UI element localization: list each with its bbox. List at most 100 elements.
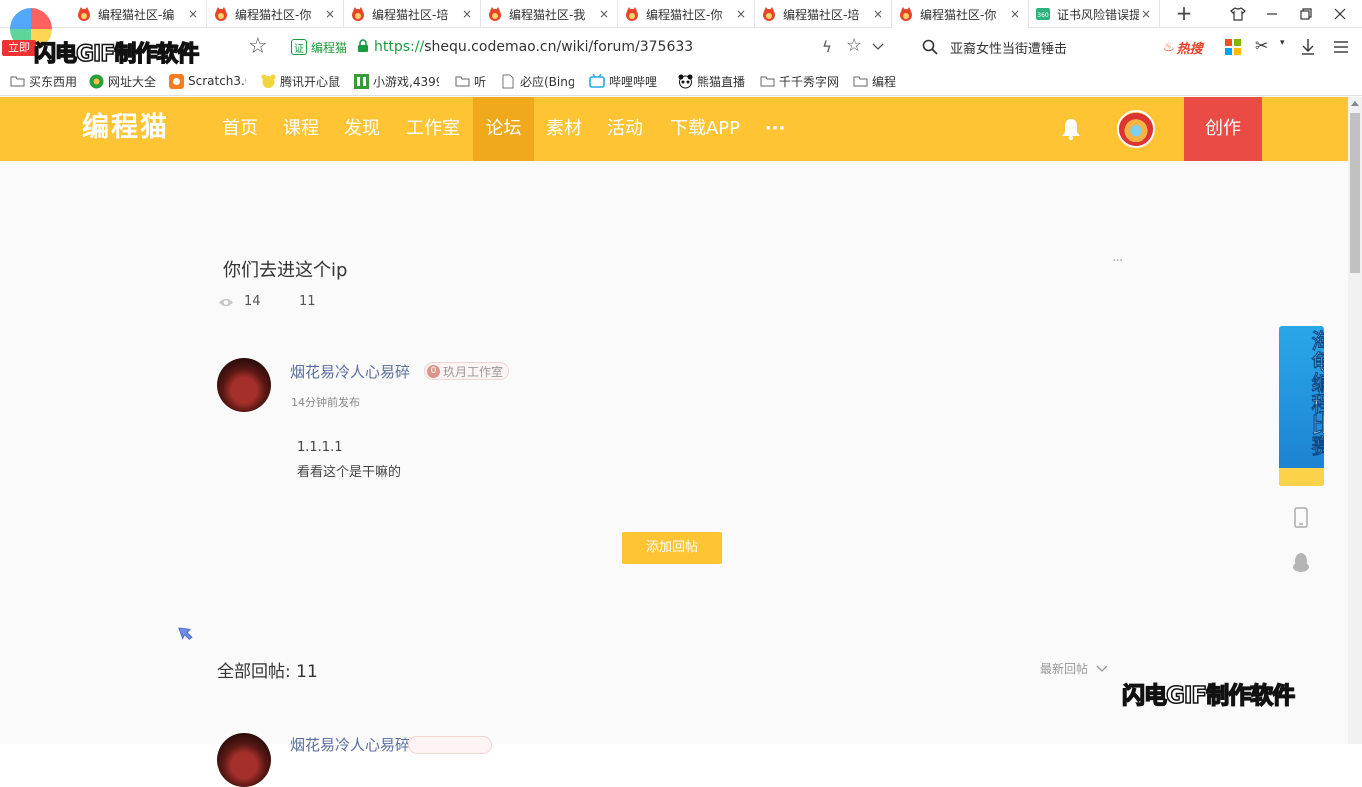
hot-search-label: 热搜 [1176, 42, 1203, 57]
bookmark-label: 千千秀字网 [779, 74, 839, 89]
scratch-icon [168, 73, 184, 89]
tab-0[interactable]: 编程猫社区-编 × [70, 0, 207, 28]
bookmarks-bar: 买东西用 网址大全 Scratch3.0 腾讯开心鼠 小游戏,4399 听 必应… [0, 66, 1362, 96]
folder-icon [9, 73, 25, 89]
nav-discover[interactable]: 发现 [332, 97, 392, 161]
studio-badge[interactable]: 0 玖月工作室 [424, 362, 510, 380]
bookmark-folder[interactable]: 千千秀字网 [759, 72, 839, 90]
folder-icon [454, 73, 470, 89]
bell-icon[interactable] [1059, 117, 1083, 144]
tab-close-icon[interactable]: × [460, 7, 474, 21]
minimize-button[interactable] [1256, 0, 1288, 28]
verified-site-badge[interactable]: 证 编程猫 [291, 38, 347, 56]
bookmark-item[interactable]: 腾讯开心鼠 [260, 72, 340, 90]
tab-2[interactable]: 编程猫社区-培 × [344, 0, 481, 28]
scissors-dropdown-icon[interactable]: ▾ [1280, 38, 1285, 48]
new-tab-button[interactable]: + [1172, 2, 1196, 26]
download-icon[interactable] [1300, 38, 1316, 59]
apps-grid-icon[interactable] [1225, 39, 1241, 55]
create-button[interactable]: 创作 [1184, 97, 1262, 161]
browser-logo-badge: 立即 [2, 40, 36, 56]
tab-3[interactable]: 编程猫社区-我 × [481, 0, 618, 28]
reply-author-name[interactable]: 烟花易冷人心易碎 [290, 734, 410, 755]
post-more-icon[interactable]: ··· [1112, 253, 1123, 269]
nav-studio[interactable]: 工作室 [393, 97, 473, 161]
nav-more[interactable]: ··· [756, 97, 794, 161]
mobile-phone-icon[interactable] [1293, 507, 1309, 532]
author-name-link[interactable]: 烟花易冷人心易碎 [290, 361, 410, 382]
tab-close-icon[interactable]: × [871, 7, 885, 21]
lightning-icon[interactable]: ϟ [822, 38, 832, 56]
tab-7[interactable]: 360 证书风险错误提 × [1029, 0, 1160, 28]
sort-dropdown[interactable]: 最新回帖 [1040, 660, 1108, 677]
scroll-up-arrow-icon[interactable] [1351, 101, 1359, 106]
bookmark-folder[interactable]: 编程 [852, 72, 902, 90]
tab-4[interactable]: 编程猫社区-你 × [618, 0, 755, 28]
codemao-favicon-icon [761, 6, 777, 22]
tab-1[interactable]: 编程猫社区-你 × [207, 0, 344, 28]
tab-5[interactable]: 编程猫社区-培 × [755, 0, 892, 28]
bookmark-item[interactable]: 小游戏,4399 [353, 72, 439, 90]
bookmark-folder[interactable]: 听 [454, 72, 494, 90]
panda-icon [677, 73, 693, 89]
tab-6[interactable]: 编程猫社区-你 × [892, 0, 1029, 28]
shirt-skin-icon[interactable] [1222, 0, 1254, 28]
verified-label: 编程猫 [311, 40, 348, 55]
chevron-down-icon[interactable] [872, 40, 884, 54]
menu-icon[interactable] [1333, 40, 1349, 57]
bilibili-icon [589, 73, 605, 89]
tab-title: 编程猫社区-你 [235, 7, 312, 22]
close-window-button[interactable] [1324, 0, 1356, 28]
tab-close-icon[interactable]: × [186, 7, 200, 21]
search-input[interactable]: 亚裔女性当街遭锤击 [950, 38, 1067, 57]
page-content: 你们去进这个ip ··· 14 11 烟花易冷人心易碎 0 玖月工作室 14分钟… [0, 161, 1348, 787]
tab-close-icon[interactable]: × [597, 7, 611, 21]
codemao-favicon-icon [350, 6, 366, 22]
side-ad-banner[interactable]: 海龟编程比赛 [1279, 326, 1324, 486]
nav-courses[interactable]: 课程 [271, 97, 331, 161]
restore-button[interactable] [1290, 0, 1322, 28]
post-body-line1: 1.1.1.1 [297, 440, 343, 455]
bookmark-label: 网址大全 [108, 74, 157, 89]
tab-close-icon[interactable]: × [1139, 7, 1153, 21]
gif-watermark: 闪电GIF制作软件 [33, 41, 200, 68]
tab-close-icon[interactable]: × [323, 7, 337, 21]
nav-forum[interactable]: 论坛 [473, 97, 534, 161]
qq-penguin-icon[interactable] [1292, 552, 1310, 577]
bookmark-item[interactable]: 网址大全 [88, 72, 160, 90]
bookmark-item[interactable]: 熊猫直播 [677, 72, 751, 90]
page-scrollbar[interactable] [1348, 97, 1362, 744]
url-input[interactable]: https://shequ.codemao.cn/wiki/forum/3756… [374, 37, 693, 57]
favorite-star-icon[interactable]: ☆ [846, 35, 862, 56]
scissors-icon[interactable]: ✂ [1255, 36, 1268, 55]
bookmark-label: 小游戏,4399 [373, 74, 439, 89]
add-reply-button[interactable]: 添加回帖 [622, 532, 722, 564]
codemao-favicon-icon [76, 6, 92, 22]
tab-close-icon[interactable]: × [734, 7, 748, 21]
url-scheme: https:// [374, 39, 425, 55]
search-icon[interactable] [922, 39, 938, 58]
bookmark-star-icon[interactable]: ☆ [248, 36, 268, 58]
site-logo[interactable]: 编程猫 [82, 111, 169, 145]
reply-avatar[interactable] [217, 733, 271, 787]
svg-text:360: 360 [1037, 12, 1049, 19]
author-avatar[interactable] [217, 358, 271, 412]
hot-search-link[interactable]: ♨ 热搜 [1163, 38, 1203, 57]
nav-home[interactable]: 首页 [210, 97, 270, 161]
browser-tab-bar: 立即 编程猫社区-编 × 编程猫社区-你 × 编程猫社区-培 × 编程猫社区-我… [0, 0, 1362, 56]
tab-close-icon[interactable]: × [1008, 7, 1022, 21]
tab-title: 编程猫社区-你 [646, 7, 723, 22]
bookmark-item[interactable]: 必应(Bing [500, 72, 574, 90]
nav-download-app[interactable]: 下载APP [656, 97, 754, 161]
bookmark-item[interactable]: 哔哩哔哩 [589, 72, 663, 90]
reply-count: 11 [299, 294, 316, 309]
reply-studio-badge[interactable] [408, 736, 492, 754]
nav-materials[interactable]: 素材 [534, 97, 594, 161]
avatar[interactable] [1117, 110, 1155, 148]
scrollbar-thumb[interactable] [1350, 113, 1360, 273]
mouse-icon [260, 73, 276, 89]
nav-events[interactable]: 活动 [595, 97, 655, 161]
bookmark-label: 必应(Bing [520, 74, 574, 89]
bookmark-folder[interactable]: 买东西用 [9, 72, 81, 90]
bookmark-item[interactable]: Scratch3.0 [168, 72, 246, 90]
